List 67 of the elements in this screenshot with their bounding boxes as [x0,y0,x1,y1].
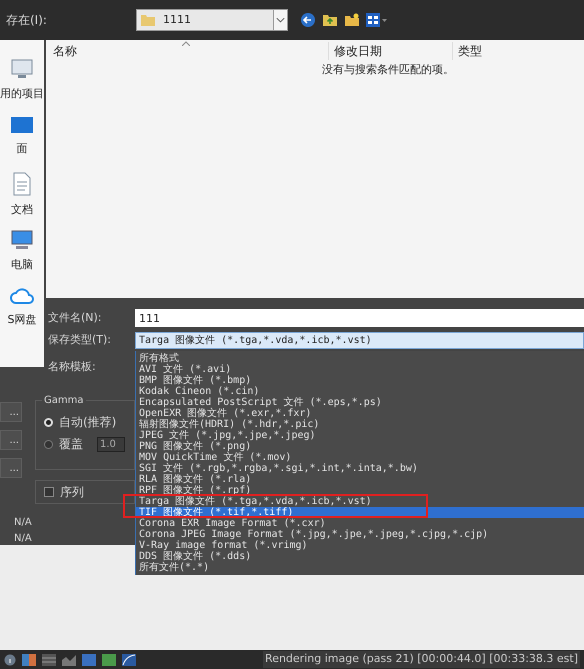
image-icon[interactable] [102,654,116,666]
save-type-label: 保存类型(T): [47,332,112,348]
file-type-option[interactable]: RLA 图像文件 (*.rla) [136,474,584,485]
file-type-option[interactable]: Encapsulated PostScript 文件 (*.eps,*.ps) [136,397,584,408]
browse-button[interactable]: ... [0,430,22,450]
radio-label[interactable]: 覆盖 [59,435,83,453]
document-icon [12,172,32,196]
file-type-option[interactable]: BMP 图像文件 (*.bmp) [136,375,584,386]
column-header[interactable]: 修改日期 [328,42,452,60]
file-name-field[interactable]: 111 [135,309,584,327]
new-folder-icon[interactable] [344,12,360,28]
column-header[interactable]: 类型 [452,42,572,60]
folder-dropdown[interactable]: 1111 [136,9,288,31]
empty-message: 没有与搜索条件匹配的项。 [321,62,455,78]
info-value: N/A [14,532,32,546]
column-header[interactable]: 名称 [46,42,328,60]
file-type-option[interactable]: PNG 图像文件 (*.png) [136,441,584,452]
cloud-icon [8,286,35,306]
curve-icon[interactable] [122,654,136,666]
chevron-down-icon [273,10,287,30]
info-value: N/A [14,516,32,530]
desktop-icon [10,115,34,135]
file-type-option[interactable]: 所有文件(*.*) [136,562,584,573]
radio-button[interactable] [44,440,53,448]
file-type-option[interactable]: RPF 图像文件 (*.rpf) [136,485,584,496]
folder-name: 1111 [163,12,192,28]
file-type-option[interactable]: DDS 图像文件 (*.dds) [136,551,584,562]
computer-icon [10,229,34,251]
file-name-label: 文件名(N): [47,310,103,326]
file-type-option[interactable]: Corona EXR Image Format (*.cxr) [136,518,584,529]
file-type-option[interactable]: MOV QuickTime 文件 (*.mov) [136,452,584,463]
sidebar-item[interactable]: 面 [16,141,28,158]
file-type-option[interactable]: JPEG 文件 (*.jpg,*.jpe,*.jpeg) [136,430,584,441]
save-type-select[interactable]: Targa 图像文件 (*.tga,*.vda,*.icb,*.vst) [135,332,584,349]
status-text: Rendering image (pass 21) [00:00:44.0] [00:33:38.3 est] [263,651,580,668]
file-type-option[interactable]: AVI 文件 (*.avi) [136,364,584,375]
file-type-option[interactable]: 辐射图像文件(HDRI) (*.hdr,*.pic) [136,419,584,430]
file-type-option[interactable]: Targa 图像文件 (*.tga,*.vda,*.icb,*.vst) [136,496,584,507]
grid-icon[interactable] [42,654,56,666]
sort-caret-icon [182,41,190,46]
gradient-icon[interactable] [22,654,36,666]
save-in-label: 存在(I): [5,12,48,29]
file-type-option[interactable]: Corona JPEG Image Format (*.jpg,*.jpe,*.jpeg,*.cjpg,*.cjp) [136,529,584,540]
square-icon[interactable] [82,654,96,666]
folder-up-icon[interactable] [322,12,338,28]
file-type-option[interactable]: 所有格式 [136,353,584,364]
file-type-option[interactable]: V-Ray image format (*.vrimg) [136,540,584,551]
sidebar-item[interactable]: S网盘 [8,312,36,328]
file-type-option[interactable]: SGI 文件 (*.rgb,*.rgba,*.sgi,*.int,*.inta,*.bw) [136,463,584,474]
info-icon[interactable] [4,654,16,666]
back-icon[interactable] [300,12,316,28]
view-menu-icon[interactable] [366,13,388,27]
sidebar-item[interactable]: 电脑 [11,257,33,274]
radio-label[interactable]: 自动(推荐) [59,413,116,431]
browse-button[interactable]: ... [0,402,22,422]
sidebar-item[interactable]: 文档 [11,202,33,218]
sidebar-item[interactable]: 用的项目 [0,86,44,102]
sequence-label: 序列 [60,484,84,501]
name-template-label: 名称模板: [47,359,96,375]
sequence-checkbox[interactable] [44,487,54,497]
monitor-icon [10,58,34,80]
file-type-option[interactable]: OpenEXR 图像文件 (*.exr,*.fxr) [136,408,584,419]
gamma-value-field[interactable]: 1.0 [97,436,125,452]
browse-button[interactable]: ... [0,458,22,478]
file-type-option[interactable]: Kodak Cineon (*.cin) [136,386,584,397]
chart-icon[interactable] [62,654,76,666]
folder-icon [141,14,155,26]
